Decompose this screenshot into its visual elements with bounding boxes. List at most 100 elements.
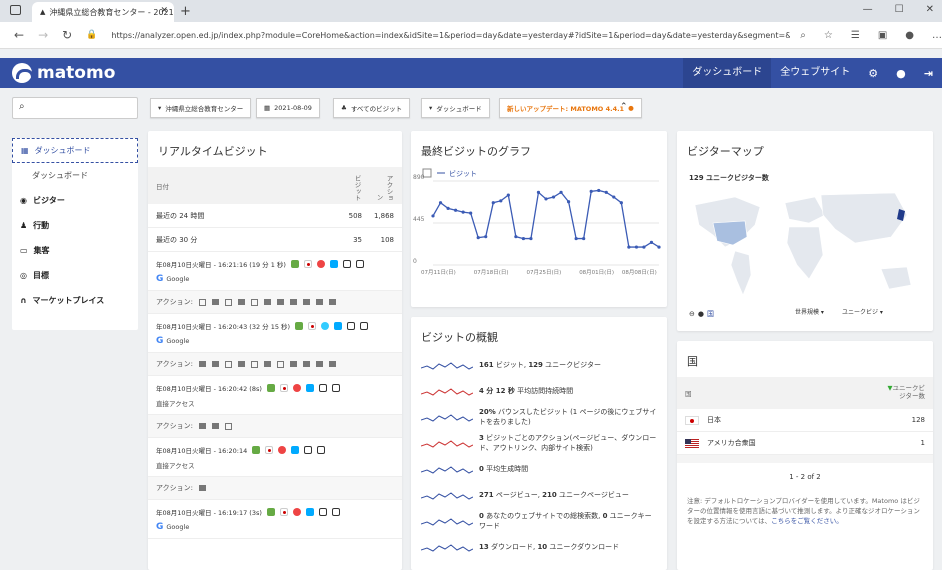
geolocation-help-link[interactable]: こちらをご覧ください。 bbox=[771, 517, 843, 525]
collections-icon[interactable]: ▣ bbox=[878, 30, 887, 41]
region-select[interactable]: 世界規模 ▾ bbox=[795, 307, 824, 316]
sparkline[interactable] bbox=[421, 490, 473, 502]
map-zoom-country-link[interactable]: 国 bbox=[707, 309, 714, 319]
data-point[interactable] bbox=[589, 189, 593, 193]
pageview-icon[interactable] bbox=[212, 361, 220, 367]
sparkline[interactable] bbox=[421, 386, 473, 398]
more-icon[interactable]: … bbox=[932, 30, 942, 41]
sparkline[interactable] bbox=[421, 438, 473, 450]
site-selector[interactable]: ▾ 沖縄県立総合教育センター bbox=[150, 98, 252, 118]
sidebar-item-dashboard-sub[interactable]: ダッシュボード bbox=[12, 163, 138, 188]
forward-icon[interactable]: → bbox=[38, 28, 48, 42]
back-icon[interactable]: ← bbox=[14, 28, 24, 42]
data-point[interactable] bbox=[642, 245, 646, 249]
download-icon[interactable] bbox=[329, 361, 337, 367]
pageview-icon[interactable] bbox=[329, 299, 337, 305]
data-point[interactable] bbox=[491, 201, 495, 205]
pageview-icon[interactable] bbox=[199, 485, 207, 491]
visitor-profile-icon[interactable] bbox=[295, 322, 304, 330]
metric-select[interactable]: ユニークビジ ▾ bbox=[842, 307, 883, 316]
visitor-profile-icon[interactable] bbox=[290, 260, 299, 268]
pageview-icon[interactable] bbox=[303, 361, 311, 367]
data-point[interactable] bbox=[649, 240, 654, 244]
nav-dashboard[interactable]: ダッシュボード bbox=[683, 58, 772, 88]
pageview-icon[interactable] bbox=[238, 361, 246, 367]
pageview-icon[interactable] bbox=[199, 298, 207, 306]
map-region-usa[interactable] bbox=[712, 220, 748, 246]
pageview-icon[interactable] bbox=[290, 361, 298, 367]
sidebar-item-goals[interactable]: ◎ 目標 bbox=[12, 263, 138, 288]
data-point[interactable] bbox=[446, 206, 450, 210]
data-point[interactable] bbox=[514, 235, 518, 239]
data-point[interactable] bbox=[499, 199, 503, 203]
data-point[interactable] bbox=[484, 235, 488, 239]
pageview-icon[interactable] bbox=[238, 299, 246, 305]
sidebar-item-visitors[interactable]: ◉ ビジター bbox=[12, 188, 138, 213]
data-point[interactable] bbox=[619, 201, 623, 205]
visitor-profile-icon[interactable] bbox=[252, 446, 261, 454]
sidebar-item-marketplace[interactable]: ∩ マーケットプレイス bbox=[12, 288, 138, 313]
data-point[interactable] bbox=[627, 245, 631, 249]
segment-selector[interactable]: ♣ すべてのビジット bbox=[333, 98, 411, 118]
pageview-icon[interactable] bbox=[251, 360, 259, 368]
col-unique-visitors-header[interactable]: ▼ユニークビジター数 bbox=[885, 384, 926, 401]
url-field[interactable]: https://analyzer.open.ed.jp/index.php?mo… bbox=[111, 31, 790, 40]
world-map[interactable] bbox=[685, 185, 925, 305]
sidebar-item-behaviour[interactable]: ♟ 行動 bbox=[12, 213, 138, 238]
data-point[interactable] bbox=[529, 236, 533, 241]
pageview-icon[interactable] bbox=[225, 360, 233, 368]
sparkline[interactable] bbox=[421, 412, 473, 424]
zoom-out-icon[interactable]: ⊖ bbox=[689, 310, 695, 318]
data-point[interactable] bbox=[559, 190, 563, 194]
browser-tab[interactable]: ▲ 沖縄県立総合教育センター - 2021 ✕ bbox=[32, 2, 174, 22]
minimize-button[interactable]: — bbox=[863, 4, 873, 15]
sparkline[interactable] bbox=[421, 360, 473, 372]
download-icon[interactable] bbox=[290, 299, 298, 305]
download-icon[interactable] bbox=[277, 299, 285, 305]
favorite-icon[interactable]: ☆ bbox=[824, 30, 833, 41]
download-icon[interactable] bbox=[303, 299, 311, 305]
data-point[interactable] bbox=[536, 190, 541, 194]
visit-entry[interactable]: 年08月10日火曜日 - 16:20:42 (8s) 直接アクセス bbox=[148, 376, 402, 415]
data-point[interactable] bbox=[597, 188, 601, 193]
sparkline[interactable] bbox=[421, 516, 473, 528]
pageview-icon[interactable] bbox=[225, 298, 233, 306]
pageview-icon[interactable] bbox=[264, 299, 272, 305]
tab-actions-icon[interactable] bbox=[10, 5, 21, 15]
data-point[interactable] bbox=[604, 190, 608, 194]
reload-icon[interactable]: ↻ bbox=[62, 28, 72, 42]
data-point[interactable] bbox=[657, 245, 661, 249]
table-row[interactable]: アメリカ合衆国 1 bbox=[677, 432, 933, 455]
visit-entry[interactable]: 年08月10日火曜日 - 16:20:43 (32 分 15 秒) G Googl… bbox=[148, 314, 402, 353]
collapse-icon[interactable]: ⌃ bbox=[620, 102, 628, 112]
visit-entry[interactable]: 年08月10日火曜日 - 16:20:14 直接アクセス bbox=[148, 438, 402, 477]
data-point[interactable] bbox=[544, 197, 548, 201]
data-point[interactable] bbox=[461, 210, 465, 214]
data-point[interactable] bbox=[431, 214, 435, 218]
tab-close-icon[interactable]: ✕ bbox=[160, 6, 168, 16]
visitor-profile-icon[interactable] bbox=[266, 384, 275, 392]
matomo-logo[interactable]: matomo bbox=[12, 63, 115, 83]
dashboard-selector[interactable]: ▾ ダッシュボード bbox=[421, 98, 490, 118]
data-point[interactable] bbox=[551, 195, 556, 199]
visit-entry[interactable]: 年08月10日火曜日 - 16:19:17 (3s) G Google bbox=[148, 500, 402, 539]
data-point[interactable] bbox=[567, 200, 571, 204]
nav-all-websites[interactable]: 全ウェブサイト bbox=[771, 58, 859, 88]
col-country-header[interactable]: 国 bbox=[685, 388, 885, 398]
pageview-icon[interactable] bbox=[199, 423, 207, 429]
help-icon[interactable]: ● bbox=[887, 67, 915, 80]
pageview-icon[interactable] bbox=[264, 361, 272, 367]
pageview-icon[interactable] bbox=[212, 299, 220, 305]
pageview-icon[interactable] bbox=[316, 361, 324, 367]
data-point[interactable] bbox=[574, 236, 578, 241]
logout-icon[interactable]: ⇥ bbox=[915, 67, 942, 80]
sidebar-item-acquisition[interactable]: ▭ 集客 bbox=[12, 238, 138, 263]
pageview-icon[interactable] bbox=[212, 423, 220, 429]
data-point[interactable] bbox=[521, 236, 525, 241]
sparkline[interactable] bbox=[421, 464, 473, 476]
pageview-icon[interactable] bbox=[251, 298, 259, 306]
new-tab-button[interactable]: + bbox=[180, 2, 191, 22]
data-point[interactable] bbox=[454, 208, 458, 212]
visit-entry[interactable]: 年08月10日火曜日 - 16:21:16 (19 分 1 秒) G Google bbox=[148, 252, 402, 291]
table-row[interactable]: 日本 128 bbox=[677, 409, 933, 432]
